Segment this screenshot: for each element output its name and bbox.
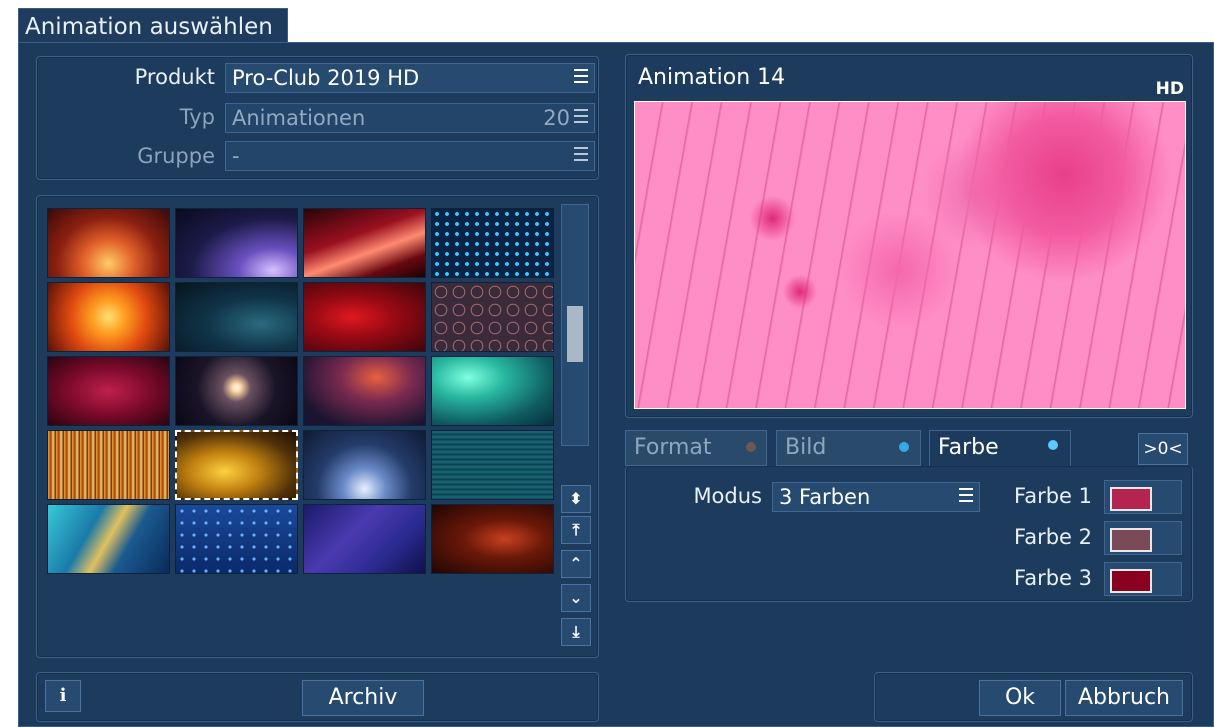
thumbnail-cyan-wave[interactable] xyxy=(47,504,170,574)
thumbnail-red-bokeh[interactable] xyxy=(303,282,426,352)
farbe-2-label: Farbe 2 xyxy=(1014,525,1092,549)
thumbnail-bubbles[interactable] xyxy=(431,282,554,352)
thumbnail-orange-rays[interactable] xyxy=(47,208,170,278)
gruppe-value: - xyxy=(232,144,240,168)
archiv-button[interactable]: Archiv xyxy=(302,680,424,716)
bottom-right-bar: Ok Abbruch xyxy=(874,672,1193,722)
color-swatch xyxy=(1110,487,1152,511)
farbe-3-label: Farbe 3 xyxy=(1014,566,1092,590)
status-dot-icon xyxy=(899,442,909,452)
thumbnail-indigo-shapes[interactable] xyxy=(303,504,426,574)
thumbnail-teal-lines[interactable] xyxy=(431,430,554,500)
thumbnail-panel: ⬍ ⤒ ⌃ ⌄ ⤓ xyxy=(36,195,599,658)
preview-panel: Animation 14 HD xyxy=(625,54,1193,418)
modus-label: Modus xyxy=(693,484,762,508)
ok-button[interactable]: Ok xyxy=(979,680,1061,716)
farbe-panel: Modus 3 Farben Farbe 1 Farbe 2 Farbe 3 xyxy=(625,466,1193,602)
thumbnail-teal-particles[interactable] xyxy=(175,282,298,352)
farbe-2-picker[interactable] xyxy=(1104,521,1182,555)
thumbnail-gold-dust[interactable] xyxy=(303,356,426,426)
produkt-select[interactable]: Pro-Club 2019 HD xyxy=(225,63,595,93)
tab-farbe[interactable]: Farbe xyxy=(929,430,1071,466)
menu-icon xyxy=(574,69,588,83)
tab-bild[interactable]: Bild xyxy=(776,430,921,466)
window-title: Animation auswählen xyxy=(25,14,273,40)
status-dot-icon xyxy=(746,442,756,452)
gruppe-label: Gruppe xyxy=(137,144,215,168)
farbe-3-picker[interactable] xyxy=(1104,562,1182,596)
produkt-value: Pro-Club 2019 HD xyxy=(232,66,420,90)
thumbnail-blue-light-rays[interactable] xyxy=(303,430,426,500)
preview-title: Animation 14 xyxy=(638,65,786,90)
tab-bild-label: Bild xyxy=(785,435,827,460)
typ-count: 20 xyxy=(543,106,570,130)
thumbnail-golden-bokeh[interactable] xyxy=(175,430,298,500)
scroll-down-icon[interactable]: ⌄ xyxy=(561,584,591,612)
info-button[interactable]: i xyxy=(45,680,81,712)
color-swatch xyxy=(1110,569,1152,593)
window-title-tab: Animation auswählen xyxy=(18,8,288,44)
farbe-1-picker[interactable] xyxy=(1104,480,1182,514)
gruppe-select[interactable]: - xyxy=(225,141,595,171)
scrollbar-thumb[interactable] xyxy=(567,306,583,362)
tab-format-label: Format xyxy=(634,435,712,460)
scroll-bottom-icon[interactable]: ⤓ xyxy=(561,618,591,646)
tab-farbe-label: Farbe xyxy=(938,435,999,460)
bottom-left-bar: i Archiv xyxy=(36,672,599,722)
thumbnail-golden-rain[interactable] xyxy=(47,430,170,500)
thumbnail-orange-burst[interactable] xyxy=(47,282,170,352)
scroll-top-icon[interactable]: ⤒ xyxy=(561,516,591,544)
typ-label: Typ xyxy=(179,105,215,129)
thumbnail-red-streaks[interactable] xyxy=(303,208,426,278)
hd-badge: HD xyxy=(1155,79,1184,99)
animation-preview-image xyxy=(634,101,1186,409)
modus-value: 3 Farben xyxy=(779,485,871,509)
status-dot-icon xyxy=(1048,440,1058,450)
produkt-label: Produkt xyxy=(134,65,215,89)
thumbnail-blue-grid[interactable] xyxy=(175,504,298,574)
scroll-up-icon[interactable]: ⌃ xyxy=(561,550,591,578)
abbruch-button[interactable]: Abbruch xyxy=(1065,680,1183,716)
menu-icon xyxy=(959,488,973,502)
product-panel: Produkt Pro-Club 2019 HD Typ Animationen… xyxy=(36,56,599,180)
scrollbar-track[interactable] xyxy=(561,204,589,446)
color-swatch xyxy=(1110,528,1152,552)
menu-icon xyxy=(574,147,588,161)
tab-format[interactable]: Format xyxy=(625,430,767,466)
typ-select[interactable]: Animationen 20 xyxy=(225,103,595,133)
thumbnail-teal-bokeh[interactable] xyxy=(431,356,554,426)
thumbnail-grid xyxy=(47,208,563,578)
thumbnail-red-fibers[interactable] xyxy=(431,504,554,574)
farbe-1-label: Farbe 1 xyxy=(1014,484,1092,508)
typ-value: Animationen xyxy=(232,106,366,130)
scroll-both-icon[interactable]: ⬍ xyxy=(561,485,591,513)
thumbnail-crimson-sparkle[interactable] xyxy=(47,356,170,426)
thumbnail-purple-particles[interactable] xyxy=(175,208,298,278)
thumbnail-lens-flare[interactable] xyxy=(175,356,298,426)
modus-select[interactable]: 3 Farben xyxy=(772,482,980,512)
thumbnail-blue-dots[interactable] xyxy=(431,208,554,278)
menu-icon xyxy=(574,109,588,123)
reset-button[interactable]: >0< xyxy=(1138,433,1188,465)
